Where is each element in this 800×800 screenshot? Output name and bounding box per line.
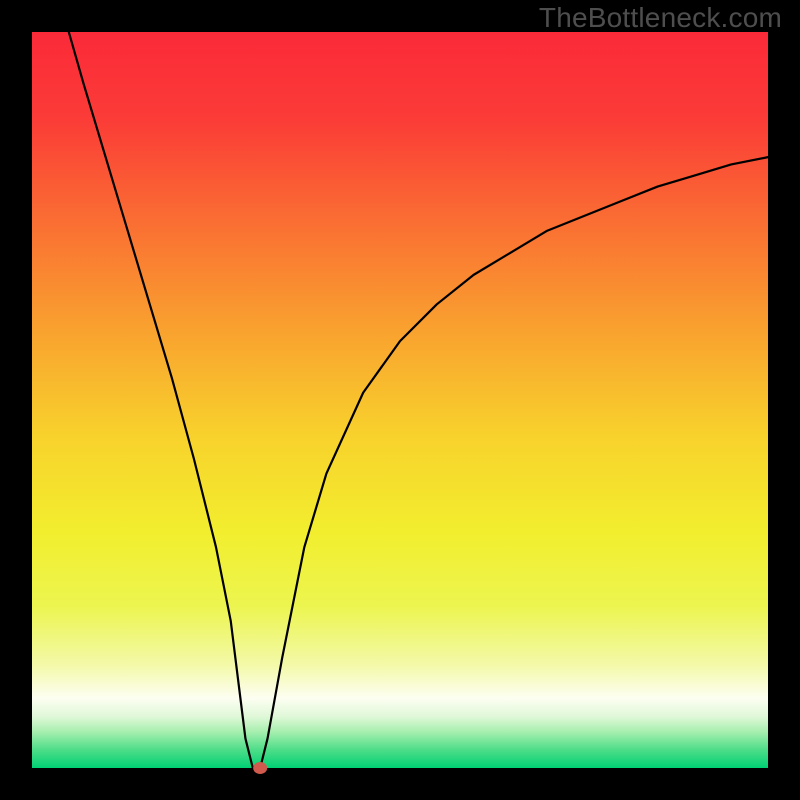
trough-marker — [253, 762, 267, 774]
chart-frame: TheBottleneck.com — [0, 0, 800, 800]
chart-svg — [0, 0, 800, 800]
plot-background — [32, 32, 768, 768]
